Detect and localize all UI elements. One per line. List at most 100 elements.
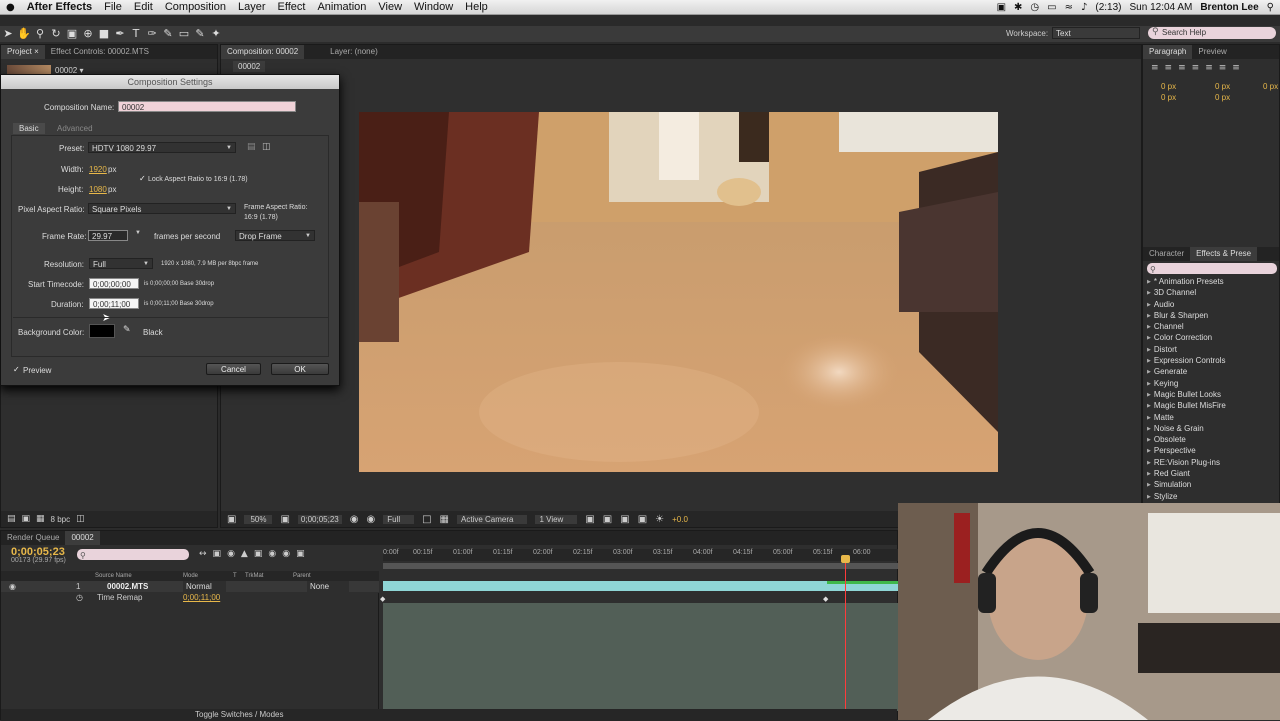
lock-aspect-checkbox[interactable]: ✓ bbox=[139, 174, 146, 183]
comp-name-input[interactable]: 00002 bbox=[118, 101, 296, 112]
height-value[interactable]: 1080 bbox=[89, 185, 107, 194]
graph-editor-icon[interactable]: ▣ bbox=[296, 549, 305, 559]
menu-view[interactable]: View bbox=[372, 1, 408, 13]
resolution-select[interactable]: Full bbox=[383, 514, 415, 524]
effect-category[interactable]: RE:Vision Plug-ins bbox=[1143, 457, 1279, 468]
toggle-pixel-aspect-icon[interactable]: ▣ bbox=[585, 514, 594, 525]
frame-blending-icon[interactable]: ▣ bbox=[254, 549, 263, 559]
align-center-icon[interactable]: ≡ bbox=[1165, 63, 1173, 73]
effect-category[interactable]: Keying bbox=[1143, 378, 1279, 389]
duration-input[interactable]: 0;00;11;00 bbox=[89, 298, 139, 309]
interpret-footage-icon[interactable]: ▤ bbox=[7, 514, 16, 524]
spotlight-icon[interactable]: ⚲ bbox=[1267, 2, 1274, 13]
pen-tool-icon[interactable]: ✒ bbox=[112, 27, 128, 41]
snapshot-icon[interactable]: ◉ bbox=[350, 514, 359, 525]
new-folder-icon[interactable]: ▣ bbox=[22, 514, 31, 524]
tab-preview[interactable]: Preview bbox=[1192, 45, 1232, 59]
region-of-interest-icon[interactable]: □ bbox=[422, 514, 431, 525]
current-time-indicator[interactable] bbox=[845, 557, 846, 711]
comp-breadcrumb[interactable]: 00002 bbox=[233, 61, 266, 72]
drop-frame-select[interactable]: Drop Frame bbox=[235, 230, 315, 242]
effect-category[interactable]: 3D Channel bbox=[1143, 287, 1279, 298]
space-after-value[interactable]: 0 px bbox=[1263, 82, 1278, 91]
indent-left-value[interactable]: 0 px bbox=[1161, 82, 1176, 91]
display-icon[interactable]: ▭ bbox=[1047, 2, 1056, 13]
show-channel-icon[interactable]: ◉ bbox=[366, 514, 375, 525]
draft-3d-icon[interactable]: ◉ bbox=[227, 549, 235, 559]
effect-category[interactable]: Matte bbox=[1143, 412, 1279, 423]
layer-mode-select[interactable]: Normal bbox=[183, 581, 226, 592]
par-select[interactable]: Square Pixels bbox=[88, 203, 236, 215]
tab-character[interactable]: Character bbox=[1143, 247, 1190, 261]
selection-tool-icon[interactable]: ➤ bbox=[0, 27, 16, 41]
workspace-select[interactable]: Text bbox=[1052, 27, 1140, 39]
eraser-tool-icon[interactable]: ▭ bbox=[176, 27, 192, 41]
ok-button[interactable]: OK bbox=[271, 363, 329, 375]
timeline-track-area[interactable] bbox=[383, 603, 898, 711]
tab-timeline-comp[interactable]: 00002 bbox=[65, 531, 100, 545]
eyedropper-icon[interactable]: ✎ bbox=[123, 325, 131, 335]
resolution-select[interactable]: Full bbox=[89, 258, 153, 270]
effect-category[interactable]: Audio bbox=[1143, 299, 1279, 310]
effect-category[interactable]: Distort bbox=[1143, 344, 1279, 355]
motion-blur-icon[interactable]: ◉ bbox=[268, 549, 276, 559]
timeline-icon[interactable]: ▣ bbox=[620, 514, 629, 525]
camera-icon[interactable]: ▣ bbox=[997, 2, 1006, 13]
camera-tool-icon[interactable]: ▣ bbox=[64, 27, 80, 41]
start-timecode-input[interactable]: 0;00;00;00 bbox=[89, 278, 139, 289]
menu-window[interactable]: Window bbox=[408, 1, 459, 13]
time-machine-icon[interactable]: ◷ bbox=[1030, 2, 1039, 13]
view-layout-select[interactable]: 1 View bbox=[535, 514, 578, 524]
shy-icon[interactable]: ▲ bbox=[241, 549, 248, 559]
effects-search-input[interactable]: ⚲ bbox=[1147, 263, 1277, 274]
clone-tool-icon[interactable]: ✎ bbox=[160, 27, 176, 41]
volume-icon[interactable]: ♪ bbox=[1081, 2, 1087, 13]
frame-rate-dropdown-icon[interactable]: ▼ bbox=[135, 230, 141, 236]
bluetooth-icon[interactable]: ✱ bbox=[1014, 2, 1022, 13]
cancel-button[interactable]: Cancel bbox=[206, 363, 261, 375]
tab-composition[interactable]: Composition: 00002 bbox=[221, 45, 305, 59]
menu-help[interactable]: Help bbox=[459, 1, 494, 13]
first-line-indent-value[interactable]: 0 px bbox=[1161, 93, 1176, 102]
transparency-grid-icon[interactable]: ▦ bbox=[440, 514, 449, 525]
effect-category[interactable]: Obsolete bbox=[1143, 434, 1279, 445]
effect-category[interactable]: Stylize bbox=[1143, 491, 1279, 502]
tab-render-queue[interactable]: Render Queue bbox=[1, 531, 65, 545]
timeline-search-input[interactable]: ⚲ bbox=[77, 549, 189, 560]
menu-edit[interactable]: Edit bbox=[128, 1, 159, 13]
new-comp-icon[interactable]: ▦ bbox=[36, 514, 45, 524]
effect-category[interactable]: Magic Bullet Looks bbox=[1143, 389, 1279, 400]
space-before-value[interactable]: 0 px bbox=[1215, 93, 1230, 102]
app-menu[interactable]: After Effects bbox=[21, 1, 98, 13]
search-help-input[interactable]: Search Help bbox=[1148, 27, 1276, 39]
type-tool-icon[interactable]: T bbox=[128, 27, 144, 41]
safe-zones-icon[interactable]: ▣ bbox=[280, 514, 289, 525]
justify-all-icon[interactable]: ≡ bbox=[1232, 63, 1240, 73]
layer-duration-bar[interactable] bbox=[383, 581, 898, 591]
visibility-icon[interactable]: ◉ bbox=[9, 581, 16, 592]
indent-right-value[interactable]: 0 px bbox=[1215, 82, 1230, 91]
menu-animation[interactable]: Animation bbox=[311, 1, 372, 13]
bg-color-swatch[interactable] bbox=[89, 324, 115, 338]
exposure-icon[interactable]: ☀ bbox=[655, 514, 664, 525]
toggle-switches-modes-button[interactable]: Toggle Switches / Modes bbox=[195, 710, 284, 719]
user-name[interactable]: Brenton Lee bbox=[1200, 2, 1258, 13]
preview-icon[interactable]: ▣ bbox=[227, 514, 236, 525]
menu-file[interactable]: File bbox=[98, 1, 128, 13]
zoom-select[interactable]: 50% bbox=[244, 514, 273, 524]
pan-behind-tool-icon[interactable]: ⊕ bbox=[80, 27, 96, 41]
delete-preset-icon[interactable]: ◫ bbox=[262, 142, 271, 152]
playhead-handle[interactable] bbox=[841, 555, 850, 563]
work-area-bar[interactable] bbox=[383, 563, 898, 569]
clock[interactable]: Sun 12:04 AM bbox=[1130, 2, 1193, 13]
flowchart-icon[interactable]: ▣ bbox=[638, 514, 647, 525]
tab-paragraph[interactable]: Paragraph bbox=[1143, 45, 1193, 59]
exposure-value[interactable]: +0.0 bbox=[672, 515, 688, 524]
preview-checkbox[interactable]: ✓ bbox=[13, 365, 20, 374]
layer-name[interactable]: 00002.MTS bbox=[107, 581, 148, 592]
zoom-tool-icon[interactable]: ⚲ bbox=[32, 27, 48, 41]
tab-effects-presets[interactable]: Effects & Prese bbox=[1190, 247, 1258, 261]
tab-project[interactable]: Project × bbox=[1, 45, 45, 59]
keyframe-icon[interactable]: ◆ bbox=[380, 595, 388, 603]
menu-composition[interactable]: Composition bbox=[159, 1, 232, 13]
